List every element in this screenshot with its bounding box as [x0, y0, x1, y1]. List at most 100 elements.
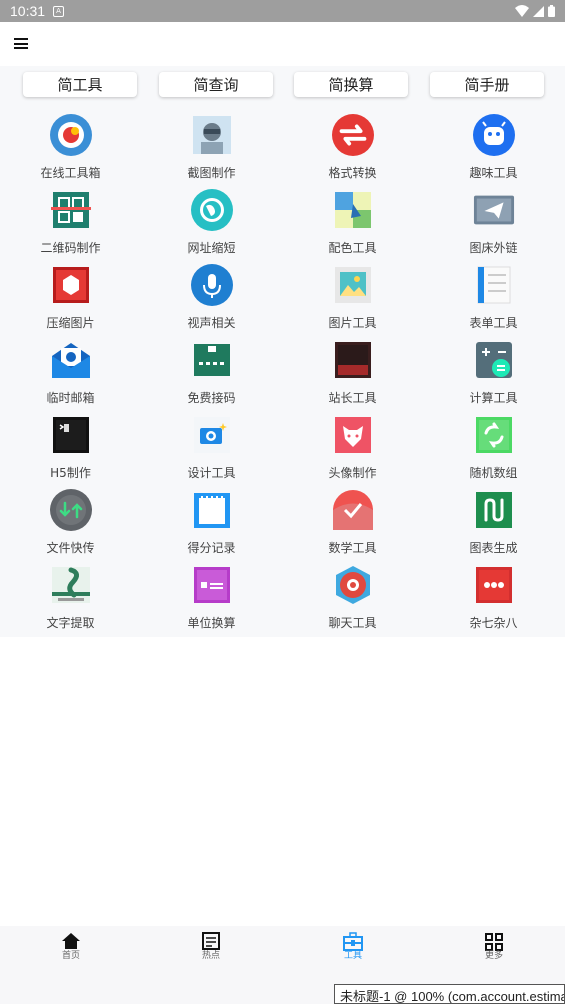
- hamburger-menu-icon[interactable]: [14, 38, 28, 49]
- keypad-icon: [191, 339, 233, 381]
- tool-label: 临时邮箱: [46, 391, 95, 405]
- tab-simple-convert[interactable]: 简换算: [294, 72, 408, 97]
- robot-face-icon: [472, 114, 515, 156]
- tool-file-transfer[interactable]: 文件快传: [0, 489, 141, 564]
- tool-label: 表单工具: [469, 316, 518, 330]
- tool-label: 杂七杂八: [469, 616, 518, 630]
- battery-icon: [548, 5, 555, 17]
- landscape-image-icon: [332, 264, 374, 306]
- w3c-school-icon: [332, 339, 374, 381]
- form-list-icon: [473, 264, 515, 306]
- tool-label: 得分记录: [187, 541, 236, 555]
- scanner-s-icon: [50, 564, 92, 606]
- tool-label: 二维码制作: [40, 241, 101, 255]
- tool-unit-convert[interactable]: 单位换算: [141, 564, 282, 639]
- nav-label: 更多: [484, 951, 503, 961]
- qr-code-icon: [50, 189, 92, 231]
- tool-label: 图床外链: [469, 241, 518, 255]
- status-bar: 10:31 A: [0, 0, 565, 22]
- path-chart-icon: [473, 489, 515, 531]
- tool-label: H5制作: [50, 466, 91, 480]
- tool-chat-tools[interactable]: 聊天工具: [282, 564, 423, 639]
- tool-fun-tools[interactable]: 趣味工具: [423, 114, 564, 189]
- status-time: 10:31: [10, 3, 46, 19]
- tool-label: 在线工具箱: [40, 166, 101, 180]
- tool-compress-image[interactable]: 压缩图片: [0, 264, 141, 339]
- tool-avatar-maker[interactable]: 头像制作: [282, 414, 423, 489]
- tab-simple-tools[interactable]: 简工具: [23, 72, 137, 97]
- tool-label: 文件快传: [46, 541, 95, 555]
- tab-simple-manual[interactable]: 简手册: [430, 72, 544, 97]
- tool-label: 站长工具: [328, 391, 377, 405]
- tool-label: 免费接码: [187, 391, 236, 405]
- math-check-icon: [332, 489, 374, 531]
- microphone-icon: [190, 264, 233, 306]
- tool-label: 趣味工具: [469, 166, 518, 180]
- tool-label: 单位换算: [187, 616, 236, 630]
- calculator-icon: [473, 339, 515, 381]
- tool-calculator[interactable]: 计算工具: [423, 339, 564, 414]
- nav-label: 工具: [343, 951, 362, 961]
- tool-label: 截图制作: [187, 166, 236, 180]
- tool-temp-mailbox[interactable]: 临时邮箱: [0, 339, 141, 414]
- tool-label: 压缩图片: [46, 316, 95, 330]
- tool-label: 随机数组: [469, 466, 518, 480]
- tool-label: 配色工具: [328, 241, 377, 255]
- hexagon-compress-icon: [50, 264, 92, 306]
- nav-label: 首页: [61, 951, 80, 961]
- tool-label: 图表生成: [469, 541, 518, 555]
- tool-audio-video[interactable]: 视声相关: [141, 264, 282, 339]
- terminal-icon: [50, 414, 92, 456]
- tool-label: 网址缩短: [187, 241, 236, 255]
- signal-icon: [533, 5, 544, 17]
- wifi-icon: [515, 5, 529, 17]
- globe-link-icon: [190, 189, 233, 231]
- nav-label: 热点: [201, 951, 220, 961]
- tool-label: 头像制作: [328, 466, 377, 480]
- tool-random-array[interactable]: 随机数组: [423, 414, 564, 489]
- tool-webmaster-tools[interactable]: 站长工具: [282, 339, 423, 414]
- tool-form-tools[interactable]: 表单工具: [423, 264, 564, 339]
- tool-image-hosting[interactable]: 图床外链: [423, 189, 564, 264]
- sim-icon: A: [53, 5, 65, 17]
- nav-tools[interactable]: 工具: [333, 932, 373, 962]
- tool-miscellaneous[interactable]: 杂七杂八: [423, 564, 564, 639]
- tool-design-tools[interactable]: 设计工具: [141, 414, 282, 489]
- tool-format-convert[interactable]: 格式转换: [282, 114, 423, 189]
- nav-hot[interactable]: 热点: [191, 932, 231, 962]
- paper-plane-icon: [473, 189, 515, 231]
- tool-chart-generator[interactable]: 图表生成: [423, 489, 564, 564]
- tool-qrcode-maker[interactable]: 二维码制作: [0, 189, 141, 264]
- tool-color-tools[interactable]: 配色工具: [282, 189, 423, 264]
- nav-more[interactable]: 更多: [474, 932, 514, 962]
- chat-badge-icon: [332, 564, 374, 606]
- camera-sparkle-icon: [191, 414, 233, 456]
- tab-simple-query[interactable]: 简查询: [159, 72, 273, 97]
- gear-badge-icon: [49, 114, 92, 156]
- tool-screenshot-maker[interactable]: 截图制作: [141, 114, 282, 189]
- tools-panel: 简工具 简查询 简换算 简手册 在线工具箱 截图制作 格式转换 趣味工具 二维码…: [0, 66, 565, 637]
- tool-label: 设计工具: [187, 466, 236, 480]
- photo-frame-icon: [191, 114, 233, 156]
- transfer-arrows-icon: [49, 489, 92, 531]
- more-dots-icon: [473, 564, 515, 606]
- status-icons: [515, 5, 555, 17]
- tool-label: 聊天工具: [328, 616, 377, 630]
- tool-text-extract[interactable]: 文字提取: [0, 564, 141, 639]
- nav-home[interactable]: 首页: [51, 932, 91, 962]
- app-bar: [0, 22, 565, 66]
- tool-image-tools[interactable]: 图片工具: [282, 264, 423, 339]
- tool-score-record[interactable]: 得分记录: [141, 489, 282, 564]
- tool-h5-maker[interactable]: H5制作: [0, 414, 141, 489]
- tool-online-toolbox[interactable]: 在线工具箱: [0, 114, 141, 189]
- tool-math-tools[interactable]: 数学工具: [282, 489, 423, 564]
- envelope-icon: [50, 339, 92, 381]
- tool-label: 视声相关: [187, 316, 236, 330]
- tool-label: 格式转换: [328, 166, 377, 180]
- tool-label: 数学工具: [328, 541, 377, 555]
- fox-avatar-icon: [332, 414, 374, 456]
- paint-palette-icon: [332, 189, 374, 231]
- tool-free-sms-code[interactable]: 免费接码: [141, 339, 282, 414]
- tool-url-shortener[interactable]: 网址缩短: [141, 189, 282, 264]
- tool-label: 图片工具: [328, 316, 377, 330]
